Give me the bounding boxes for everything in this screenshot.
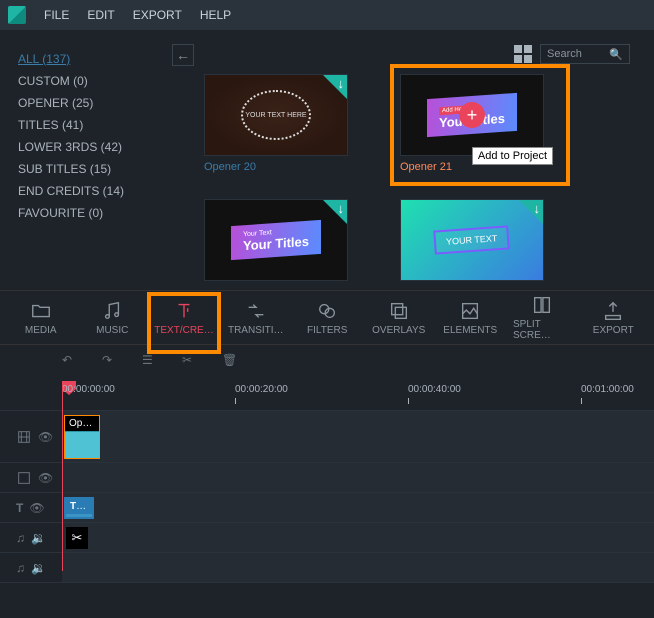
- export-icon: [602, 300, 624, 322]
- app-logo: [8, 6, 26, 24]
- tab-music[interactable]: MUSIC: [84, 300, 142, 336]
- thumb-preview-text: Your Titles: [243, 234, 309, 254]
- cut-icon[interactable]: ✂: [182, 353, 202, 373]
- volume-icon[interactable]: 🔉: [31, 531, 46, 545]
- overlays-icon: [388, 300, 410, 322]
- redo-icon[interactable]: ↷: [102, 353, 122, 373]
- category-all[interactable]: ALL (137): [18, 52, 172, 66]
- music-track-icon: ♫: [16, 561, 25, 575]
- splitscreen-icon: [531, 294, 553, 316]
- thumb-preview-text: YOUR TEXT HERE: [241, 90, 311, 140]
- folder-icon: [30, 300, 52, 322]
- text-icon: [173, 300, 195, 322]
- menu-help[interactable]: HELP: [200, 8, 231, 22]
- text-clip[interactable]: T O…: [64, 497, 94, 519]
- hidden-track: 👁: [0, 463, 654, 493]
- category-titles[interactable]: TITLES (41): [18, 118, 172, 132]
- category-sub-titles[interactable]: SUB TITLES (15): [18, 162, 172, 176]
- time-mark: 00:00:40:00: [408, 384, 461, 395]
- text-track: T 👁 T O…: [0, 493, 654, 523]
- playhead[interactable]: [62, 381, 63, 571]
- category-opener[interactable]: OPENER (25): [18, 96, 172, 110]
- search-input[interactable]: Search 🔍: [540, 44, 630, 64]
- filters-icon: [316, 300, 338, 322]
- add-tooltip: Add to Project: [472, 147, 553, 165]
- top-menu-bar: FILE EDIT EXPORT HELP: [0, 0, 654, 30]
- film-icon: [16, 429, 32, 445]
- gallery-panel: ← Search 🔍 YOUR TEXT HERE Opener 20: [190, 30, 654, 290]
- module-tabs: MEDIA MUSIC TEXT/CRE… TRANSITI… FILTERS …: [0, 290, 654, 345]
- undo-icon[interactable]: ↶: [62, 353, 82, 373]
- category-end-credits[interactable]: END CREDITS (14): [18, 184, 172, 198]
- add-to-project-button[interactable]: +: [459, 102, 485, 128]
- audio-track-1: ♫ 🔉 ✂: [0, 523, 654, 553]
- thumb-item[interactable]: Your Text Your Titles: [204, 199, 374, 281]
- tab-elements[interactable]: ELEMENTS: [442, 300, 500, 336]
- thumbnail-grid: YOUR TEXT HERE Opener 20 Add Here Your T…: [204, 74, 640, 281]
- time-ruler[interactable]: 00:00:00:00 00:00:20:00 00:00:40:00 00:0…: [0, 381, 654, 411]
- tab-filters[interactable]: FILTERS: [299, 300, 357, 336]
- menu-file[interactable]: FILE: [44, 8, 69, 22]
- volume-icon[interactable]: 🔉: [31, 561, 46, 575]
- thumb-preview-text: YOUR TEXT: [434, 225, 511, 254]
- library-panel: ALL (137) CUSTOM (0) OPENER (25) TITLES …: [0, 30, 654, 290]
- back-button[interactable]: ←: [172, 44, 194, 66]
- audio-track-2: ♫ 🔉: [0, 553, 654, 583]
- thumb-label: Opener 20: [204, 161, 374, 173]
- tab-export[interactable]: EXPORT: [585, 300, 643, 336]
- thumb-item[interactable]: YOUR TEXT: [400, 199, 570, 281]
- text-track-icon: T: [16, 501, 23, 515]
- thumb-opener-21[interactable]: Add Here Your Titles + Add to Project Op…: [400, 74, 570, 173]
- video-track: 👁 Ope…: [0, 411, 654, 463]
- search-placeholder: Search: [547, 48, 582, 60]
- search-icon: 🔍: [609, 48, 623, 61]
- film-icon: [16, 470, 32, 486]
- elements-icon: [459, 300, 481, 322]
- music-track-icon: ♫: [16, 531, 25, 545]
- category-favourite[interactable]: FAVOURITE (0): [18, 206, 172, 220]
- timeline: 00:00:00:00 00:00:20:00 00:00:40:00 00:0…: [0, 381, 654, 583]
- tab-overlays[interactable]: OVERLAYS: [370, 300, 428, 336]
- eye-icon[interactable]: 👁: [29, 501, 44, 515]
- category-sidebar: ALL (137) CUSTOM (0) OPENER (25) TITLES …: [0, 30, 190, 290]
- transitions-icon: [245, 300, 267, 322]
- time-mark: 00:00:00:00: [62, 384, 115, 395]
- menu-edit[interactable]: EDIT: [87, 8, 114, 22]
- tab-text-credits[interactable]: TEXT/CRE…: [155, 300, 213, 336]
- thumb-opener-20[interactable]: YOUR TEXT HERE Opener 20: [204, 74, 374, 173]
- music-icon: [101, 300, 123, 322]
- menu-export[interactable]: EXPORT: [133, 8, 182, 22]
- eye-icon[interactable]: 👁: [38, 430, 53, 444]
- timeline-toolbar: ↶ ↷ ☰ ✂ 🗑: [0, 345, 654, 381]
- scissor-marker[interactable]: ✂: [66, 527, 88, 549]
- tab-transitions[interactable]: TRANSITI…: [227, 300, 285, 336]
- video-clip[interactable]: Ope…: [64, 415, 100, 459]
- eye-icon[interactable]: 👁: [38, 471, 53, 485]
- tab-media[interactable]: MEDIA: [12, 300, 70, 336]
- edit-tools-icon[interactable]: ☰: [142, 353, 162, 373]
- delete-icon[interactable]: 🗑: [222, 353, 242, 373]
- time-mark: 00:00:20:00: [235, 384, 288, 395]
- time-mark: 00:01:00:00: [581, 384, 634, 395]
- grid-view-icon[interactable]: [514, 45, 532, 63]
- tab-splitscreen[interactable]: SPLIT SCRE…: [513, 294, 571, 341]
- category-custom[interactable]: CUSTOM (0): [18, 74, 172, 88]
- category-lower-3rds[interactable]: LOWER 3RDS (42): [18, 140, 172, 154]
